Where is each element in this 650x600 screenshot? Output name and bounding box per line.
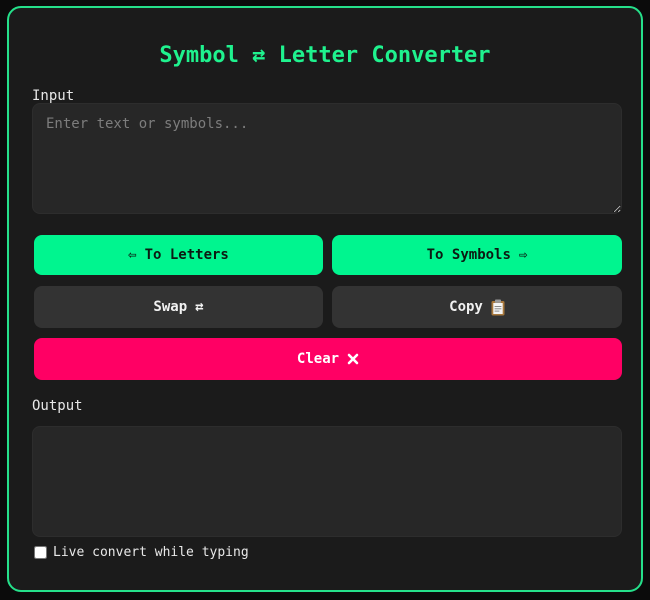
live-convert-option[interactable]: Live convert while typing (34, 545, 249, 560)
to-symbols-button[interactable]: To Symbols ⇨ (332, 235, 622, 275)
arrow-right-icon: ⇨ (518, 247, 528, 263)
copy-button[interactable]: Copy (332, 286, 622, 328)
clear-label: Clear (296, 351, 340, 367)
swap-label: Swap (153, 299, 188, 315)
output-label: Output (32, 398, 83, 414)
to-symbols-label: To Symbols (426, 247, 511, 263)
converter-panel: Symbol ⇄ Letter Converter Input ⇦ To Let… (7, 6, 643, 592)
swap-arrows-icon: ⇄ (195, 299, 204, 315)
to-letters-label: To Letters (144, 247, 229, 263)
clipboard-icon (491, 299, 505, 316)
to-letters-button[interactable]: ⇦ To Letters (34, 235, 323, 275)
copy-label: Copy (449, 299, 483, 315)
input-textarea[interactable] (32, 103, 622, 214)
swap-button[interactable]: Swap ⇄ (34, 286, 323, 328)
page-title: Symbol ⇄ Letter Converter (159, 43, 491, 68)
arrow-left-icon: ⇦ (128, 247, 137, 263)
close-icon (347, 353, 359, 365)
live-convert-checkbox[interactable] (34, 546, 47, 559)
live-convert-label: Live convert while typing (53, 545, 249, 560)
output-box (32, 426, 622, 537)
clear-button[interactable]: Clear (34, 338, 622, 380)
